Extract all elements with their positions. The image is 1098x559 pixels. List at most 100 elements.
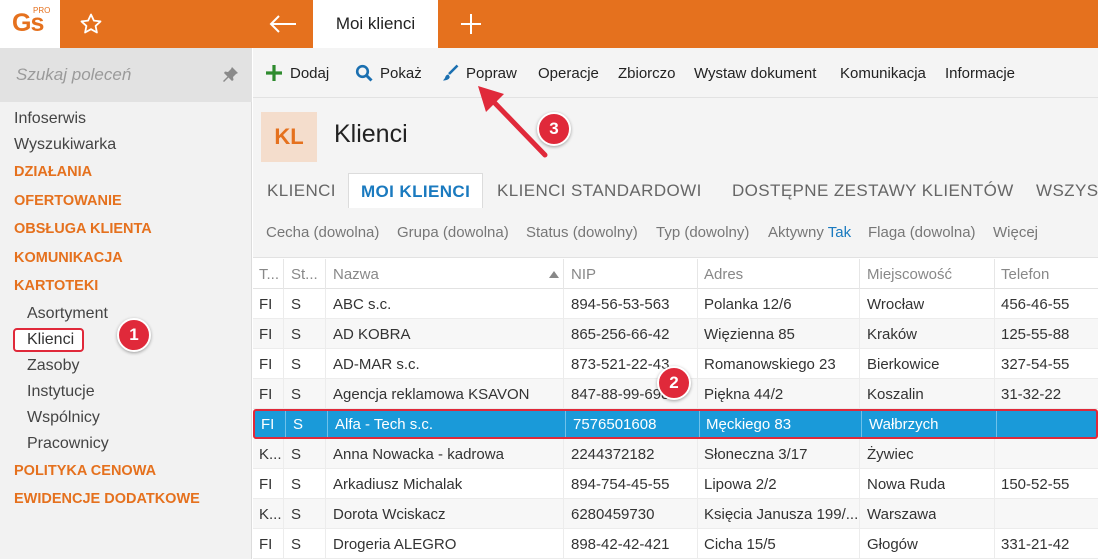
sidebar-item-wyszukiwarka[interactable]: Wyszukiwarka: [0, 132, 252, 158]
sidebar-item-kartoteki[interactable]: KARTOTEKI: [0, 272, 252, 301]
sidebar-item-komunikacja[interactable]: KOMUNIKACJA: [0, 244, 252, 273]
information-menu[interactable]: Informacje: [945, 62, 1015, 84]
app-logo[interactable]: Gs PRO: [0, 0, 60, 48]
issue-document-menu[interactable]: Wystaw dokument: [694, 62, 816, 84]
sort-ascending-icon: [549, 271, 559, 278]
sidebar-item-infoserwis[interactable]: Infoserwis: [0, 106, 252, 132]
filter-flag[interactable]: Flaga (dowolna): [868, 224, 976, 241]
back-button[interactable]: [265, 10, 301, 38]
filter-more[interactable]: Więcej: [993, 224, 1038, 241]
cell-city: Kraków: [867, 326, 918, 343]
sidebar-item-pracownicy[interactable]: Pracownicy: [0, 431, 252, 457]
sidebar-item-label: OFERTOWANIE: [14, 192, 122, 209]
add-tab-button[interactable]: [455, 10, 487, 38]
cell-type: K...: [259, 446, 282, 463]
cell-address: Słoneczna 3/17: [704, 446, 808, 463]
cell-address: Polanka 12/6: [704, 296, 792, 313]
cell-phone: 31-32-22: [1001, 386, 1062, 403]
cell-city: Warszawa: [867, 506, 937, 523]
filter-feature[interactable]: Cecha (dowolna): [266, 224, 379, 241]
filter-active[interactable]: Aktywny Tak: [768, 224, 851, 241]
cell-nip: 6280459730: [571, 506, 655, 523]
tab-dostepne-zestawy[interactable]: DOSTĘPNE ZESTAWY KLIENTÓW: [732, 173, 1014, 209]
cell-status: S: [293, 416, 304, 433]
search-placeholder: Szukaj poleceń: [16, 65, 132, 84]
table-row[interactable]: FI S Arkadiusz Michalak 894-754-45-55 Lipowa…: [253, 469, 1098, 499]
cell-status: S: [291, 326, 302, 343]
column-nip[interactable]: NIP: [571, 266, 596, 283]
star-icon: [80, 13, 102, 34]
column-phone[interactable]: Telefon: [1001, 266, 1049, 283]
sidebar-item-label: KOMUNIKACJA: [14, 249, 123, 266]
sidebar-item-wspólnicy[interactable]: Wspólnicy: [0, 405, 252, 431]
table-row[interactable]: K... S Dorota Wciskacz 6280459730 Księcia Ja…: [253, 499, 1098, 529]
pin-icon[interactable]: [222, 65, 240, 83]
sidebar-item-label: Asortyment: [27, 304, 108, 322]
column-type[interactable]: T...: [259, 266, 279, 283]
search-icon: [355, 64, 373, 82]
cell-type: FI: [259, 386, 273, 403]
tab-moi-klienci[interactable]: Moi klienci: [313, 0, 438, 48]
cell-nip: 873-521-22-43: [571, 356, 670, 373]
plus-icon: [461, 14, 481, 34]
tab-klienci[interactable]: KLIENCI: [267, 173, 336, 209]
column-address[interactable]: Adres: [704, 266, 743, 283]
sidebar-item-obsługa-klienta[interactable]: OBSŁUGA KLIENTA: [0, 215, 252, 244]
arrow-left-icon: [269, 15, 296, 33]
tab-moi-klienci-view[interactable]: MOI KLIENCI: [348, 173, 484, 210]
main-panel: Dodaj Pokaż Popraw Operacje Zbiorczo Wys…: [253, 48, 1098, 559]
sidebar-item-label: Infoserwis: [14, 110, 87, 127]
cell-phone: 150-52-55: [1001, 476, 1070, 493]
command-search[interactable]: Szukaj poleceń: [0, 48, 252, 102]
annotation-arrow: [478, 86, 548, 158]
table-row[interactable]: FI S Drogeria ALEGRO 898-42-42-421 Cicha 15/…: [253, 529, 1098, 559]
column-city[interactable]: Miejscowość: [867, 266, 952, 283]
sidebar: Szukaj poleceń Infoserwis Wyszukiwarka DZI…: [0, 48, 252, 559]
filter-type[interactable]: Typ (dowolny): [656, 224, 749, 241]
table-row[interactable]: FI S ABC s.c. 894-56-53-563 Polanka 12/6 Wroc…: [253, 289, 1098, 319]
column-status[interactable]: St...: [291, 266, 318, 283]
tab-klienci-standardowi[interactable]: KLIENCI STANDARDOWI: [497, 173, 702, 209]
table-row[interactable]: K... S Anna Nowacka - kadrowa 2244372182 Sło…: [253, 439, 1098, 469]
cell-name: Anna Nowacka - kadrowa: [333, 446, 504, 463]
bulk-menu[interactable]: Zbiorczo: [618, 62, 676, 84]
sidebar-item-ofertowanie[interactable]: OFERTOWANIE: [0, 187, 252, 216]
cell-phone: 456-46-55: [1001, 296, 1070, 313]
sidebar-item-label: Klienci: [13, 327, 85, 352]
sidebar-item-label: Instytucje: [27, 382, 95, 400]
annotation-badge-2: 2: [657, 366, 691, 400]
cell-nip: 894-56-53-563: [571, 296, 670, 313]
sidebar-item-instytucje[interactable]: Instytucje: [0, 379, 252, 405]
cell-status: S: [291, 506, 302, 523]
grid-header: T... St... Nazwa NIP Adres Miejscowość T…: [253, 259, 1098, 289]
clients-grid: T... St... Nazwa NIP Adres Miejscowość T…: [253, 259, 1098, 559]
communication-menu[interactable]: Komunikacja: [840, 62, 926, 84]
cell-status: S: [291, 356, 302, 373]
cell-name: ABC s.c.: [333, 296, 392, 313]
cell-name: Alfa - Tech s.c.: [335, 416, 434, 433]
favorite-star-button[interactable]: [76, 10, 106, 38]
table-row[interactable]: FI S AD KOBRA 865-256-66-42 Więzienna 85 Krak…: [253, 319, 1098, 349]
cell-type: FI: [261, 416, 275, 433]
filter-group[interactable]: Grupa (dowolna): [397, 224, 509, 241]
edit-label: Popraw: [466, 64, 517, 82]
cell-city: Koszalin: [867, 386, 924, 403]
sidebar-item-działania[interactable]: DZIAŁANIA: [0, 158, 252, 187]
cell-nip: 847-88-99-698: [571, 386, 670, 403]
table-row[interactable]: FI S Alfa - Tech s.c. 7576501608 Męckiego 83…: [253, 409, 1098, 439]
cell-address: Księcia Janusza 199/...: [704, 506, 859, 523]
cell-name: Agencja reklamowa KSAVON: [333, 386, 530, 403]
tab-wszyscy[interactable]: WSZYST: [1036, 173, 1098, 209]
cell-address: Cicha 15/5: [704, 536, 776, 553]
grid-body: FI S ABC s.c. 894-56-53-563 Polanka 12/6 Wroc…: [253, 289, 1098, 559]
view-tabs: KLIENCI MOI KLIENCI KLIENCI STANDARDOWI …: [253, 173, 1098, 210]
show-button[interactable]: Pokaż: [355, 62, 422, 84]
column-name[interactable]: Nazwa: [333, 266, 379, 283]
sidebar-item-ewidencje-dodatkowe[interactable]: EWIDENCJE DODATKOWE: [0, 485, 252, 514]
cell-city: Wałbrzych: [869, 416, 939, 433]
cell-address: Romanowskiego 23: [704, 356, 836, 373]
sidebar-item-zasoby[interactable]: Zasoby: [0, 353, 252, 379]
sidebar-item-polityka-cenowa[interactable]: POLITYKA CENOWA: [0, 457, 252, 486]
add-button[interactable]: Dodaj: [265, 62, 329, 84]
filter-status[interactable]: Status (dowolny): [526, 224, 638, 241]
